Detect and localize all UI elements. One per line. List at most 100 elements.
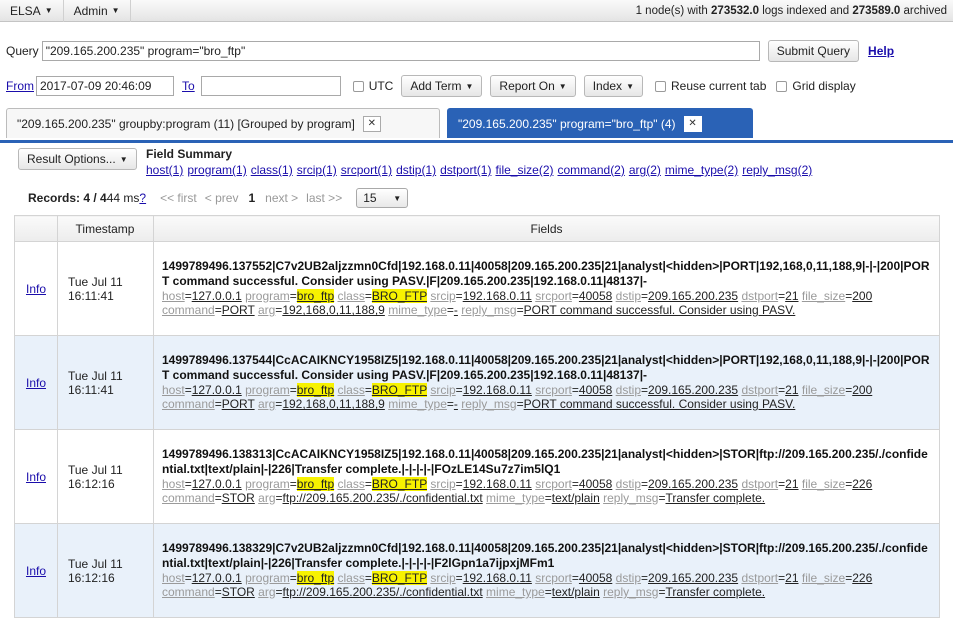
field-key[interactable]: srcip: [430, 383, 455, 397]
utc-checkbox[interactable]: [352, 80, 364, 92]
field-value[interactable]: PORT: [222, 397, 255, 411]
field-value[interactable]: PORT command successful. Consider using …: [524, 397, 796, 411]
page-size-select[interactable]: 15 ▼: [356, 188, 409, 208]
field-key[interactable]: host: [162, 383, 185, 397]
field-key[interactable]: reply_msg: [603, 585, 658, 599]
query-input[interactable]: [41, 41, 760, 61]
field-summary-link[interactable]: mime_type(2): [665, 163, 738, 177]
utc-option[interactable]: UTC: [352, 79, 393, 93]
field-key[interactable]: dstport: [741, 477, 778, 491]
field-value[interactable]: 192.168.0.11: [463, 289, 532, 303]
field-value[interactable]: 192.168.0.11: [463, 571, 532, 585]
submit-query-button[interactable]: Submit Query: [767, 40, 860, 62]
field-key[interactable]: mime_type: [388, 397, 447, 411]
field-value[interactable]: 192.168.0.11: [463, 383, 532, 397]
field-key[interactable]: dstip: [616, 571, 641, 585]
field-key[interactable]: program: [245, 571, 290, 585]
reuse-tab-option[interactable]: Reuse current tab: [654, 79, 766, 93]
field-value[interactable]: 40058: [579, 571, 612, 585]
help-link[interactable]: Help: [868, 44, 894, 58]
field-key[interactable]: arg: [258, 585, 275, 599]
field-key[interactable]: mime_type: [388, 303, 447, 317]
grid-display-option[interactable]: Grid display: [776, 79, 856, 93]
field-summary-link[interactable]: command(2): [558, 163, 625, 177]
field-value[interactable]: -: [454, 397, 458, 411]
field-key[interactable]: srcport: [535, 477, 572, 491]
field-value[interactable]: BRO_FTP: [371, 382, 427, 397]
field-value[interactable]: bro_ftp: [296, 382, 335, 397]
field-value[interactable]: bro_ftp: [296, 476, 335, 491]
field-value[interactable]: 226: [852, 571, 872, 585]
elsa-menu[interactable]: ELSA ▼: [0, 0, 64, 22]
field-value[interactable]: 127.0.0.1: [192, 477, 242, 491]
field-summary-link[interactable]: dstip(1): [396, 163, 436, 177]
field-key[interactable]: command: [162, 303, 215, 317]
add-term-button[interactable]: Add Term ▼: [401, 75, 483, 97]
field-key[interactable]: arg: [258, 491, 275, 505]
first-page-link[interactable]: << first: [160, 191, 197, 205]
from-date-input[interactable]: [36, 76, 174, 96]
close-icon[interactable]: ✕: [683, 115, 702, 132]
field-key[interactable]: reply_msg: [603, 491, 658, 505]
field-value[interactable]: 209.165.200.235: [648, 383, 738, 397]
field-value[interactable]: 200: [852, 289, 872, 303]
records-help-link[interactable]: ?: [139, 191, 146, 205]
to-link[interactable]: To: [182, 79, 195, 93]
field-value[interactable]: 40058: [579, 383, 612, 397]
field-key[interactable]: dstip: [616, 289, 641, 303]
field-key[interactable]: dstip: [616, 477, 641, 491]
field-summary-link[interactable]: program(1): [187, 163, 246, 177]
field-summary-link[interactable]: reply_msg(2): [742, 163, 812, 177]
reuse-tab-checkbox[interactable]: [654, 80, 666, 92]
field-value[interactable]: 40058: [579, 477, 612, 491]
field-value[interactable]: 21: [785, 289, 798, 303]
index-button[interactable]: Index ▼: [583, 75, 643, 97]
field-value[interactable]: BRO_FTP: [371, 288, 427, 303]
field-key[interactable]: dstport: [741, 571, 778, 585]
field-key[interactable]: command: [162, 585, 215, 599]
field-value[interactable]: BRO_FTP: [371, 476, 427, 491]
to-date-input[interactable]: [200, 76, 341, 96]
field-key[interactable]: class: [338, 571, 365, 585]
field-key[interactable]: host: [162, 571, 185, 585]
report-on-button[interactable]: Report On ▼: [490, 75, 576, 97]
field-value[interactable]: PORT: [222, 303, 255, 317]
info-link[interactable]: Info: [26, 470, 46, 484]
field-value[interactable]: BRO_FTP: [371, 570, 427, 585]
field-key[interactable]: dstport: [741, 383, 778, 397]
field-value[interactable]: Transfer complete.: [665, 585, 765, 599]
info-link[interactable]: Info: [26, 282, 46, 296]
field-summary-link[interactable]: srcip(1): [297, 163, 337, 177]
from-link[interactable]: From: [6, 79, 34, 93]
field-key[interactable]: program: [245, 383, 290, 397]
field-value[interactable]: 192,168,0,11,188,9: [282, 303, 385, 317]
field-value[interactable]: 192,168,0,11,188,9: [282, 397, 385, 411]
field-key[interactable]: mime_type: [486, 491, 545, 505]
admin-menu[interactable]: Admin ▼: [64, 0, 131, 22]
field-key[interactable]: command: [162, 397, 215, 411]
field-key[interactable]: dstport: [741, 289, 778, 303]
field-value[interactable]: ftp://209.165.200.235/./confidential.txt: [283, 585, 483, 599]
field-summary-link[interactable]: file_size(2): [495, 163, 553, 177]
field-value[interactable]: STOR: [222, 491, 255, 505]
field-summary-link[interactable]: srcport(1): [341, 163, 392, 177]
info-link[interactable]: Info: [26, 564, 46, 578]
tab-grouped-by-program[interactable]: "209.165.200.235" groupby:program (11) […: [6, 108, 440, 138]
field-key[interactable]: srcport: [535, 289, 572, 303]
field-key[interactable]: command: [162, 491, 215, 505]
field-key[interactable]: srcip: [430, 289, 455, 303]
field-key[interactable]: reply_msg: [461, 303, 516, 317]
grid-display-checkbox[interactable]: [776, 80, 788, 92]
field-key[interactable]: file_size: [802, 571, 845, 585]
field-key[interactable]: mime_type: [486, 585, 545, 599]
field-value[interactable]: 21: [785, 571, 798, 585]
field-key[interactable]: arg: [258, 397, 275, 411]
field-key[interactable]: host: [162, 477, 185, 491]
field-summary-link[interactable]: host(1): [146, 163, 183, 177]
field-key[interactable]: file_size: [802, 289, 845, 303]
field-value[interactable]: 21: [785, 477, 798, 491]
field-key[interactable]: class: [338, 289, 365, 303]
field-key[interactable]: srcport: [535, 383, 572, 397]
field-key[interactable]: host: [162, 289, 185, 303]
field-summary-link[interactable]: dstport(1): [440, 163, 491, 177]
